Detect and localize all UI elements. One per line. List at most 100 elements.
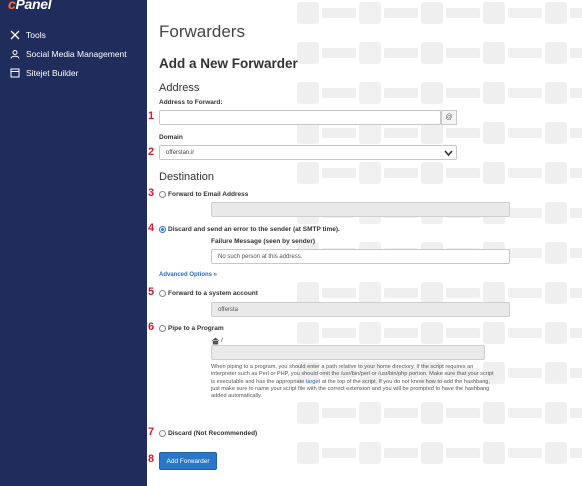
step-marker: 8 (148, 453, 155, 465)
system-account-option[interactable]: Forward to a system account (159, 290, 258, 297)
watermark-tile (545, 202, 582, 224)
watermark-tile (545, 162, 582, 184)
watermark-tile (421, 82, 480, 104)
watermark-tile (545, 42, 582, 64)
step-marker: 4 (148, 222, 155, 234)
sidebar-item-tools[interactable]: Tools (10, 30, 46, 40)
forward-email-input[interactable] (211, 202, 510, 217)
discard-error-radio[interactable] (159, 226, 166, 233)
pipe-program-input[interactable] (211, 345, 485, 360)
add-forwarder-button[interactable]: Add Forwarder (159, 452, 217, 470)
system-account-label: Forward to a system account (168, 290, 258, 297)
watermark-tile (359, 42, 418, 64)
sidebar-item-social-media[interactable]: Social Media Management (10, 49, 127, 59)
watermark-tile (545, 242, 582, 264)
sidebar-item-label: Tools (26, 30, 46, 40)
watermark-tile (545, 362, 582, 384)
watermark-tile (421, 282, 480, 304)
system-account-radio[interactable] (159, 290, 166, 297)
discard-radio[interactable] (159, 430, 166, 437)
sitejet-icon (10, 68, 20, 78)
watermark-tile (359, 322, 418, 344)
watermark-tile (421, 442, 480, 464)
watermark-tile (483, 2, 542, 24)
discard-error-label: Discard and send an error to the sender … (168, 226, 340, 233)
watermark-tile (483, 122, 542, 144)
watermark-tile (545, 402, 582, 424)
watermark-tile (297, 282, 356, 304)
forward-email-label: Forward to Email Address (168, 191, 249, 198)
discard-label: Discard (Not Recommended) (168, 430, 258, 437)
chevron-down-icon (444, 150, 453, 157)
address-heading: Address (159, 82, 200, 94)
watermark-tile (297, 122, 356, 144)
watermark-tile (421, 402, 480, 424)
watermark-tile (483, 442, 542, 464)
destination-heading: Destination (159, 171, 215, 183)
failure-message-input[interactable]: No such person at this address. (211, 249, 510, 264)
tools-icon (10, 30, 20, 40)
watermark-tile (545, 442, 582, 464)
pipe-path-prefix: / (221, 337, 223, 344)
pipe-program-radio[interactable] (159, 325, 166, 332)
watermark-tile (545, 282, 582, 304)
watermark-tile (359, 162, 418, 184)
sidebar-item-sitejet[interactable]: Sitejet Builder (10, 68, 78, 78)
hashbang-target-link[interactable]: target (306, 379, 320, 385)
step-marker: 1 (148, 110, 155, 122)
watermark-tile (359, 402, 418, 424)
at-symbol-addon: @ (441, 110, 457, 125)
forward-email-option[interactable]: Forward to Email Address (159, 191, 248, 198)
sidebar: cPanel Tools Social Media Management Sit… (0, 0, 147, 486)
watermark-tile (297, 162, 356, 184)
social-media-icon (10, 49, 20, 59)
watermark-tile (421, 2, 480, 24)
step-marker: 5 (148, 286, 155, 298)
watermark-tile (483, 82, 542, 104)
discard-option[interactable]: Discard (Not Recommended) (159, 430, 257, 437)
watermark-tile (297, 82, 356, 104)
forward-email-radio[interactable] (159, 191, 166, 198)
cpanel-logo[interactable]: cPanel (8, 0, 52, 12)
failure-message-label: Failure Message (seen by sender) (211, 238, 316, 245)
section-title: Add a New Forwarder (159, 56, 298, 71)
pipe-program-option[interactable]: Pipe to a Program (159, 325, 224, 332)
sidebar-item-label: Sitejet Builder (26, 68, 79, 78)
watermark-tile (359, 82, 418, 104)
domain-select-value: offerstan.ir (166, 149, 195, 156)
watermark-tile (297, 402, 356, 424)
system-account-input[interactable]: offersta (211, 302, 510, 317)
address-to-forward-label: Address to Forward: (159, 99, 223, 106)
watermark-tile (297, 442, 356, 464)
page-title: Forwarders (159, 22, 245, 41)
step-marker: 2 (148, 146, 155, 158)
watermark-tile (359, 442, 418, 464)
watermark-tile (359, 122, 418, 144)
watermark-tile (421, 42, 480, 64)
watermark-tile (421, 122, 480, 144)
watermark-tile (359, 2, 418, 24)
watermark-tile (483, 282, 542, 304)
step-marker: 7 (148, 426, 155, 438)
watermark-tile (483, 162, 542, 184)
watermark-tile (297, 322, 356, 344)
domain-select[interactable]: offerstan.ir (159, 145, 457, 160)
pipe-program-label: Pipe to a Program (168, 325, 224, 332)
home-icon (211, 337, 220, 345)
watermark-tile (545, 2, 582, 24)
watermark-tile (545, 322, 582, 344)
watermark-tile (545, 122, 582, 144)
discard-error-option[interactable]: Discard and send an error to the sender … (159, 226, 340, 233)
sidebar-item-label: Social Media Management (26, 49, 127, 59)
watermark-tile (421, 322, 480, 344)
watermark-tile (297, 2, 356, 24)
main-content: Forwarders Add a New Forwarder Address A… (147, 0, 582, 486)
domain-label: Domain (159, 134, 183, 141)
watermark-tile (359, 282, 418, 304)
watermark-tile (545, 82, 582, 104)
step-marker: 3 (148, 187, 155, 199)
advanced-options-link[interactable]: Advanced Options » (159, 272, 217, 278)
address-to-forward-input[interactable] (159, 110, 441, 125)
watermark-tile (297, 42, 356, 64)
watermark-tile (483, 402, 542, 424)
